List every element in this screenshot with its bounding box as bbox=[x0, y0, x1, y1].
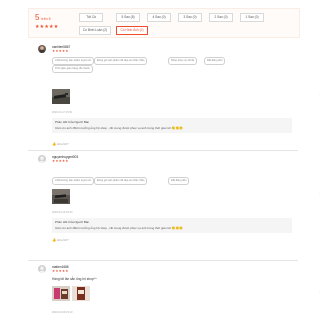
review-tag: Đóng gói sản phẩm rất đẹp và chắc chắn bbox=[94, 177, 148, 185]
filter-4-star[interactable]: 4 Sao (0) bbox=[147, 13, 171, 22]
review-timestamp: 2020-04-09 15:13 bbox=[52, 311, 73, 314]
thumbs-up-icon: 👍 bbox=[52, 238, 57, 242]
seller-reply: Phản Hồi Của Người Bán Cảm ơn anh /đã ti… bbox=[52, 218, 292, 233]
review-item: matien1686 ★★★★★ Hàng tốt lần sẵn ủng hộ… bbox=[28, 262, 320, 320]
avatar[interactable] bbox=[38, 265, 46, 273]
review-divider bbox=[28, 260, 298, 261]
helpful-button[interactable]: 👍 Hữu Ích? bbox=[52, 142, 69, 146]
filter-all[interactable]: Tất Cả bbox=[79, 13, 103, 22]
review-photo[interactable] bbox=[72, 286, 90, 301]
rating-stars: ★★★★★ bbox=[35, 24, 59, 30]
review-tag: Thời gian giao hàng rất nhanh bbox=[52, 65, 93, 73]
review-stars: ★★★★★ bbox=[52, 159, 69, 163]
review-tag: Rất đáng tiền bbox=[204, 57, 226, 65]
seller-reply: Phản Hồi Của Người Bán Cảm ơn anh /đã ti… bbox=[52, 118, 292, 133]
helpful-button[interactable]: 👍 Hữu Ích? bbox=[52, 238, 69, 242]
avatar[interactable] bbox=[38, 155, 46, 163]
review-tag: Shop phục vụ rất tốt bbox=[168, 57, 198, 65]
avatar[interactable] bbox=[38, 45, 46, 53]
rating-suffix: trên 5 bbox=[41, 17, 51, 21]
thumbs-up-icon: 👍 bbox=[52, 142, 57, 146]
rating-value: 5 bbox=[35, 13, 40, 22]
review-item: nguyenhuygmt003 ★★★★★ Chất lượng sản phẩ… bbox=[28, 152, 320, 262]
review-item: vanhien5867 ★★★★★ Chất lượng sản phẩm tu… bbox=[28, 42, 320, 157]
review-timestamp: 2020-04-16 18:43 bbox=[52, 211, 73, 214]
helpful-label: Hữu Ích? bbox=[57, 142, 69, 146]
filter-with-comment[interactable]: Có Bình Luận (2) bbox=[79, 26, 111, 35]
review-divider bbox=[28, 150, 298, 151]
review-tag: Chất lượng sản phẩm tuyệt vời bbox=[52, 57, 94, 65]
filter-1-star[interactable]: 1 Sao (0) bbox=[240, 13, 264, 22]
filter-2-star[interactable]: 2 Sao (0) bbox=[209, 13, 233, 22]
filter-5-star[interactable]: 5 Sao (8) bbox=[116, 13, 140, 22]
rating-summary: 5 trên 5 ★★★★★ Tất Cả 5 Sao (8) 4 Sao (0… bbox=[28, 8, 300, 38]
review-tag: Chất lượng sản phẩm tuyệt vời bbox=[52, 177, 94, 185]
helpful-label: Hữu Ích? bbox=[57, 238, 69, 242]
seller-reply-title: Phản Hồi Của Người Bán bbox=[55, 120, 90, 124]
review-tag: Đóng gói sản phẩm rất đẹp và chắc chắn bbox=[94, 57, 148, 65]
review-tag: Rất đáng tiền bbox=[168, 177, 190, 185]
review-comment: Hàng tốt lần sẵn ủng hộ shop^^ bbox=[52, 277, 97, 281]
filter-3-star[interactable]: 3 Sao (0) bbox=[178, 13, 202, 22]
rating-score: 5 trên 5 bbox=[35, 13, 51, 22]
seller-reply-text: Cảm ơn anh /đã tin tưởng ủng hộ shop , r… bbox=[55, 126, 183, 130]
review-photo[interactable] bbox=[52, 89, 70, 104]
review-stars: ★★★★★ bbox=[52, 49, 69, 53]
review-timestamp: 2020-04-17 15:51 bbox=[52, 111, 73, 114]
review-stars: ★★★★★ bbox=[52, 269, 69, 273]
review-photo[interactable] bbox=[52, 189, 70, 204]
seller-reply-title: Phản Hồi Của Người Bán bbox=[55, 220, 90, 224]
seller-reply-text: Cảm ơn anh /đã tin tưởng ủng hộ shop , r… bbox=[55, 226, 183, 230]
review-photo[interactable] bbox=[52, 286, 70, 301]
filter-with-media[interactable]: Có Hình Ảnh (2) bbox=[116, 26, 148, 35]
